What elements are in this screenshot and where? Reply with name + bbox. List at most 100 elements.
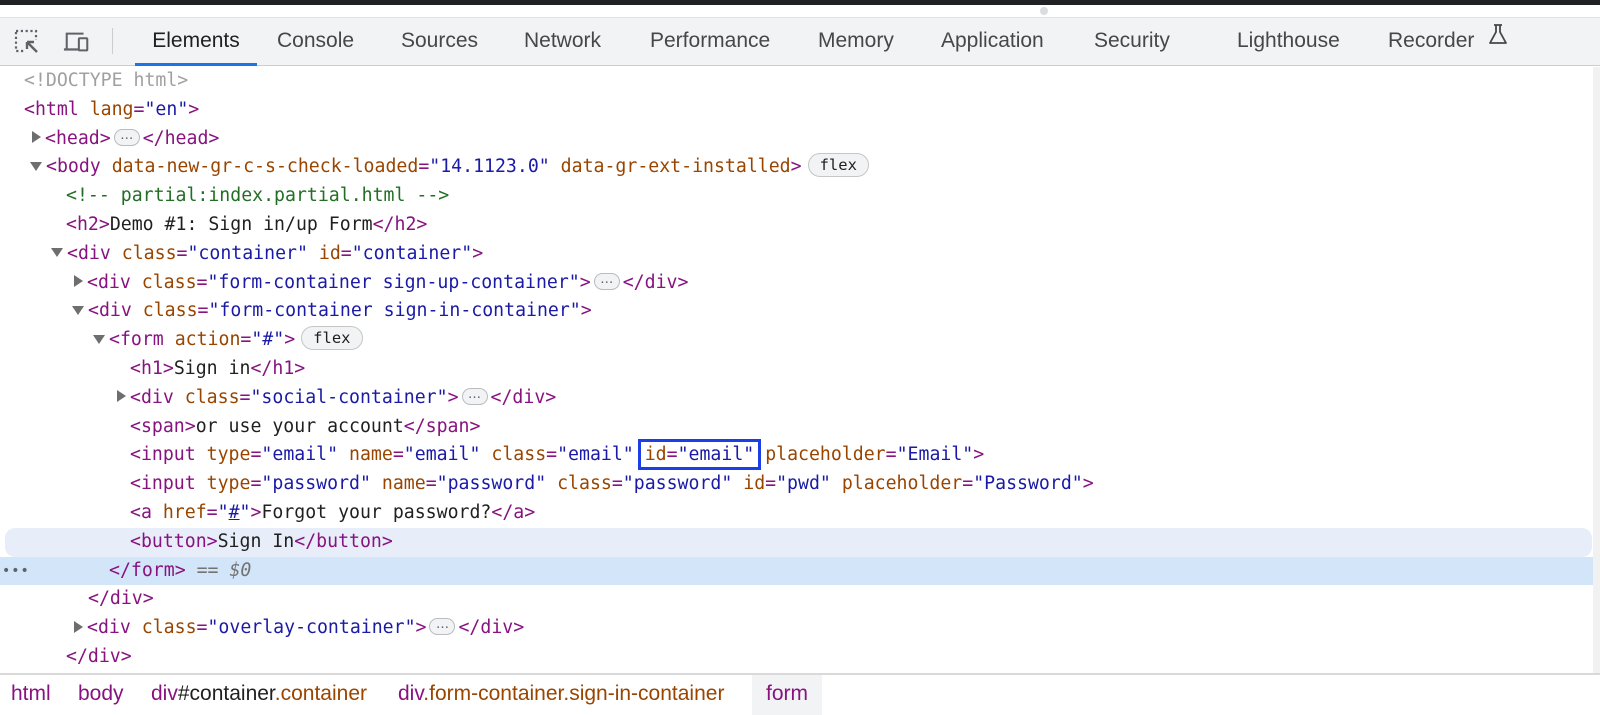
tab-label: Network xyxy=(524,29,602,52)
tag-close: </head> xyxy=(142,127,220,149)
collapse-arrow-icon[interactable] xyxy=(30,161,42,171)
dom-node-social-container[interactable]: <div class="social-container"></div> xyxy=(0,382,1600,413)
flex-badge[interactable]: flex xyxy=(807,153,869,178)
tag-name: <input xyxy=(130,444,196,466)
tag-close: > xyxy=(579,271,591,293)
attr-name: class xyxy=(184,386,240,408)
attr-name: class xyxy=(141,271,197,293)
dom-node-input-email[interactable]: <input type="email" name="email" class="… xyxy=(0,439,1600,471)
dom-node-form-close[interactable]: ••• </form> == $0 xyxy=(0,556,1600,586)
collapse-arrow-icon[interactable] xyxy=(93,334,105,344)
attr-value: "form-container sign-in-container" xyxy=(208,300,581,322)
dom-node-sign-up-container[interactable]: <div class="form-container sign-up-conta… xyxy=(0,267,1600,298)
attr-value: "pwd" xyxy=(776,473,831,495)
tab-memory[interactable]: Memory xyxy=(818,18,894,65)
tab-application[interactable]: Application xyxy=(941,18,1044,65)
attr-name: href xyxy=(162,502,207,523)
tab-lighthouse[interactable]: Lighthouse xyxy=(1237,18,1340,65)
attr-name: name xyxy=(381,473,426,495)
dom-node-comment[interactable]: <!-- partial:index.partial.html --> xyxy=(0,182,1600,211)
attr-name: class xyxy=(557,473,612,495)
href-link[interactable]: # xyxy=(229,502,240,523)
inspect-element-icon[interactable] xyxy=(13,28,41,56)
tab-recorder[interactable]: Recorder xyxy=(1388,18,1508,65)
crumb-tag: div xyxy=(151,682,178,705)
vertical-scrollbar[interactable] xyxy=(1593,67,1600,673)
collapsed-ellipsis-button[interactable] xyxy=(593,267,620,293)
device-toolbar-icon[interactable] xyxy=(63,28,91,56)
breadcrumb: html body div#container.container div.fo… xyxy=(0,673,1600,715)
flex-badge[interactable]: flex xyxy=(301,326,363,351)
attr-name: data-new-gr-c-s-check-loaded xyxy=(111,156,419,178)
attr-value: "Password" xyxy=(973,473,1083,495)
crumb-class: .form-container.sign-in-container xyxy=(423,682,725,705)
dom-node-h1[interactable]: <h1>Sign in</h1> xyxy=(0,355,1600,384)
tag-name: <h1> xyxy=(130,358,174,379)
attr-name: type xyxy=(206,473,251,495)
tab-label: Performance xyxy=(650,29,771,52)
dom-node-head[interactable]: <head> </head> xyxy=(0,123,1600,154)
dom-node-input-password[interactable]: <input type="password" name="password" c… xyxy=(0,470,1600,499)
collapsed-ellipsis-button[interactable] xyxy=(429,612,456,638)
collapsed-ellipsis-button[interactable] xyxy=(461,382,488,408)
dom-node-anchor[interactable]: <a href="#">Forgot your password?</a> xyxy=(0,499,1600,528)
dom-node-doctype[interactable]: <!DOCTYPE html> xyxy=(0,67,1600,96)
expand-arrow-icon[interactable] xyxy=(74,620,83,633)
more-options-icon[interactable]: ••• xyxy=(2,557,30,586)
crumb-tag: form xyxy=(766,682,808,705)
collapse-arrow-icon[interactable] xyxy=(72,305,84,315)
attr-name: id xyxy=(644,444,667,466)
resize-handle[interactable] xyxy=(1040,7,1048,15)
resize-strip[interactable] xyxy=(0,5,1600,18)
tag-close: </h1> xyxy=(250,358,306,379)
breadcrumb-html[interactable]: html xyxy=(0,675,62,715)
tab-network[interactable]: Network xyxy=(524,18,601,65)
dom-node-button[interactable]: <button>Sign In</button> xyxy=(5,527,1592,557)
node-text: or use your account xyxy=(195,415,404,437)
dom-node-sign-in-container[interactable]: <div class="form-container sign-in-conta… xyxy=(0,297,1600,326)
dom-node-form[interactable]: <form action="#"> flex xyxy=(0,326,1600,355)
dom-node-span[interactable]: <span>or use your account</span> xyxy=(0,413,1600,442)
tab-console[interactable]: Console xyxy=(277,18,354,65)
attr-value: "email" xyxy=(557,444,634,466)
breadcrumb-form[interactable]: form xyxy=(752,675,822,715)
breadcrumb-body[interactable]: body xyxy=(67,675,135,715)
attr-name: action xyxy=(174,329,241,351)
dom-node-html[interactable]: <html lang="en"> xyxy=(0,96,1600,125)
tag-end: </div> xyxy=(622,271,689,293)
dom-tree: <!DOCTYPE html> <html lang="en"> <head><… xyxy=(0,67,1600,673)
breadcrumb-container[interactable]: div#container.container xyxy=(140,675,378,715)
highlighted-attribute[interactable]: id="email" xyxy=(637,439,762,471)
attr-quote: " xyxy=(217,502,229,523)
tag-name: <div xyxy=(67,242,111,264)
dom-node-body[interactable]: <body data-new-gr-c-s-check-loaded="14.1… xyxy=(0,153,1600,182)
tab-label: Recorder xyxy=(1388,29,1475,52)
expand-arrow-icon[interactable] xyxy=(74,275,83,288)
tab-label: Lighthouse xyxy=(1237,29,1340,52)
dom-node-div-close[interactable]: </div> xyxy=(0,585,1600,614)
node-text: Sign in xyxy=(173,358,251,379)
dom-node-overlay-container[interactable]: <div class="overlay-container"></div> xyxy=(0,612,1600,643)
tag-close: > xyxy=(447,386,459,408)
tag-close: > xyxy=(415,617,427,639)
expand-arrow-icon[interactable] xyxy=(32,131,41,144)
collapsed-ellipsis-button[interactable] xyxy=(113,123,140,149)
attr-name: class xyxy=(141,617,197,639)
tab-elements[interactable]: Elements xyxy=(135,18,257,66)
tab-performance[interactable]: Performance xyxy=(650,18,770,65)
breadcrumb-sign-in-container[interactable]: div.form-container.sign-in-container xyxy=(387,675,735,715)
attr-value: "social-container" xyxy=(250,386,448,408)
dom-node-h2[interactable]: <h2>Demo #1: Sign in/up Form</h2> xyxy=(0,211,1600,240)
collapse-arrow-icon[interactable] xyxy=(51,248,63,258)
dom-node-container-close[interactable]: </div> xyxy=(0,643,1600,672)
tag-close: > xyxy=(284,329,296,351)
tag-close: </button> xyxy=(294,530,393,552)
attr-value: "form-container sign-up-container" xyxy=(207,271,580,293)
expand-arrow-icon[interactable] xyxy=(117,390,126,403)
dom-node-container[interactable]: <div class="container" id="container"> xyxy=(0,240,1600,269)
tab-security[interactable]: Security xyxy=(1094,18,1170,65)
tag-name: </form> xyxy=(109,559,186,581)
tag-name: <h2> xyxy=(66,214,110,235)
tab-sources[interactable]: Sources xyxy=(401,18,478,65)
tag-name: <div xyxy=(88,300,132,322)
